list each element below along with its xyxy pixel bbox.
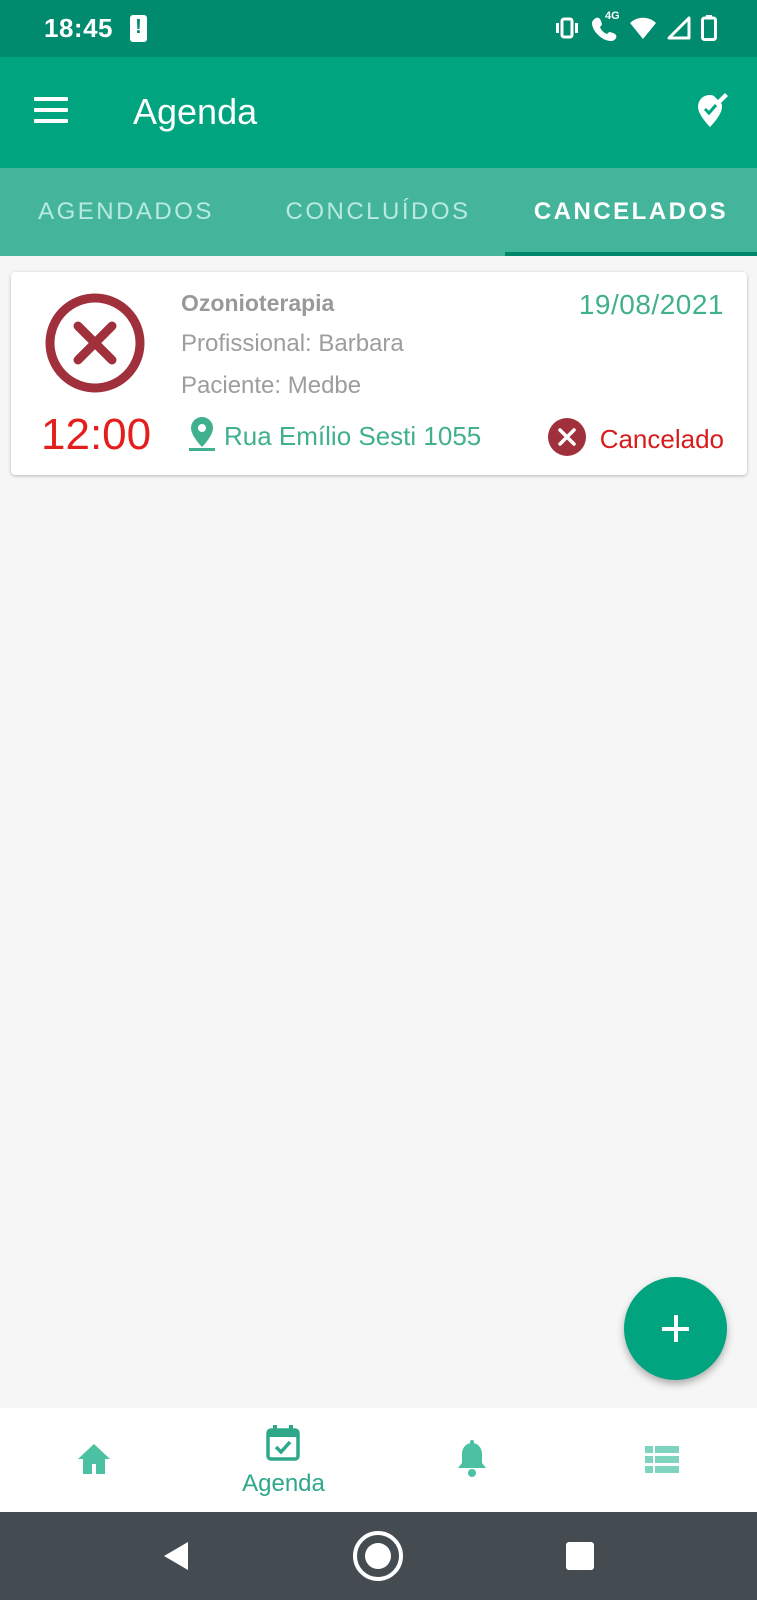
home-circle-icon[interactable]: [352, 1530, 404, 1587]
add-appointment-button[interactable]: [624, 1277, 727, 1380]
status-time: 18:45: [44, 13, 113, 43]
status-label: Cancelado: [599, 424, 724, 454]
nav-agenda-label: Agenda: [242, 1470, 325, 1497]
nav-list[interactable]: [567, 1408, 756, 1512]
system-nav-bar: [0, 1512, 757, 1600]
status-bar: 18:45 4G: [0, 0, 757, 57]
nav-agenda[interactable]: Agenda: [189, 1408, 378, 1512]
appointment-patient: Paciente: Medbe: [181, 372, 362, 399]
app-bar: Agenda: [0, 57, 757, 168]
appointment-time: 12:00: [41, 410, 152, 459]
bottom-nav: Agenda: [0, 1408, 757, 1512]
location-pin-icon: [188, 416, 216, 457]
appointment-service: Ozonioterapia: [181, 290, 335, 316]
home-icon: [76, 1442, 112, 1481]
cancel-status-icon: [547, 418, 586, 461]
back-icon[interactable]: [162, 1540, 190, 1577]
cancel-circle-icon: [44, 292, 146, 394]
appointment-card[interactable]: 12:00 Ozonioterapia 19/08/2021 Profissio…: [11, 272, 747, 475]
appointment-location-link[interactable]: Rua Emílio Sesti 1055: [188, 416, 481, 457]
appointment-date: 19/08/2021: [578, 289, 724, 320]
tab-bar: AGENDADOS CONCLUÍDOS CANCELADOS: [0, 168, 757, 256]
alert-icon: [130, 15, 147, 42]
calendar-check-icon: [265, 1424, 301, 1467]
battery-icon: [701, 15, 717, 46]
list-icon: [645, 1446, 679, 1479]
vibrate-icon: [553, 16, 581, 45]
network-label: 4G: [605, 10, 620, 22]
tab-agendados[interactable]: AGENDADOS: [0, 168, 252, 256]
menu-icon[interactable]: [34, 97, 68, 123]
nav-home[interactable]: [0, 1408, 189, 1512]
page-title: Agenda: [133, 91, 258, 132]
appointment-professional: Profissional: Barbara: [181, 330, 404, 357]
tab-concluidos[interactable]: CONCLUÍDOS: [252, 168, 504, 256]
recents-icon[interactable]: [566, 1542, 594, 1575]
nav-notifications[interactable]: [378, 1408, 567, 1512]
wifi-icon: [629, 16, 657, 45]
tab-cancelados[interactable]: CANCELADOS: [505, 168, 757, 256]
active-tab-indicator: [505, 252, 757, 256]
appointment-status: Cancelado: [547, 418, 724, 461]
edit-location-icon[interactable]: [695, 89, 729, 129]
appointment-address: Rua Emílio Sesti 1055: [224, 421, 482, 451]
signal-icon: [667, 16, 691, 45]
bell-icon: [455, 1440, 489, 1483]
status-icons: 4G: [553, 10, 717, 47]
wifi-calling-icon: 4G: [591, 10, 620, 47]
